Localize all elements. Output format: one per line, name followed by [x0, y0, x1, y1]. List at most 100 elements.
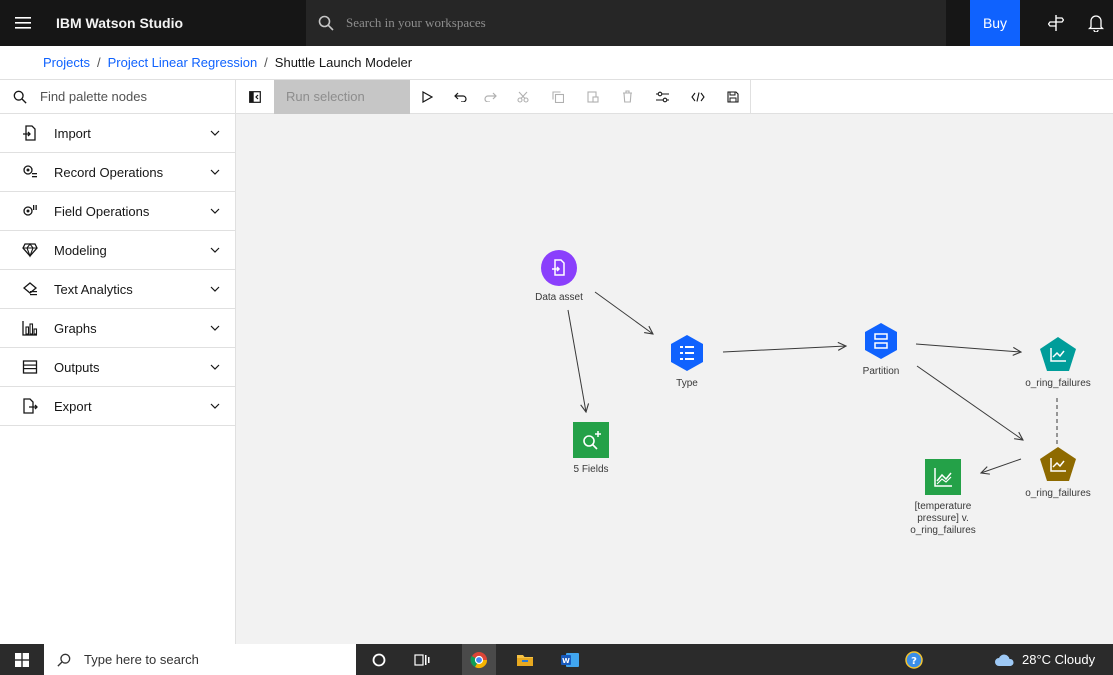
code-icon[interactable]	[680, 80, 715, 114]
weather-widget[interactable]: 28°C Cloudy	[994, 644, 1095, 675]
edge-partition-to-o-ring-1	[915, 343, 1021, 352]
word-icon[interactable]: W	[553, 644, 587, 675]
chevron-down-icon	[201, 364, 229, 370]
palette-category-label: Record Operations	[54, 164, 164, 180]
palette-category-label: Text Analytics	[54, 281, 133, 297]
node-label: o_ring_failures	[1025, 488, 1091, 499]
breadcrumb: Projects / Project Linear Regression / S…	[0, 46, 1113, 80]
palette-search[interactable]	[0, 80, 235, 114]
palette-category-field-operations[interactable]: Field Operations	[0, 192, 235, 231]
export-icon	[0, 398, 54, 414]
signpost-icon[interactable]	[1036, 0, 1076, 46]
graphs-icon	[0, 320, 54, 336]
palette-category-export[interactable]: Export	[0, 387, 235, 426]
redo-icon[interactable]	[475, 80, 505, 114]
text-analytics-icon	[0, 281, 54, 297]
chevron-down-icon	[201, 169, 229, 175]
palette-search-input[interactable]	[40, 89, 220, 104]
chevron-down-icon	[201, 247, 229, 253]
outputs-icon	[0, 359, 54, 375]
edge-data-asset-to-fields	[567, 309, 586, 412]
undo-icon[interactable]	[445, 80, 475, 114]
record-operations-icon	[0, 164, 54, 180]
run-selection-button[interactable]: Run selection	[274, 79, 410, 114]
paste-icon[interactable]	[575, 80, 610, 114]
node-data-audit[interactable]: 5 Fields	[563, 422, 619, 476]
node-o-ring-failures-model[interactable]: o_ring_failures	[1013, 336, 1103, 390]
chevron-down-icon	[201, 208, 229, 214]
data-audit-icon	[573, 422, 609, 458]
global-search[interactable]	[306, 0, 946, 46]
node-partition[interactable]: Partition	[851, 322, 911, 378]
palette-category-modeling[interactable]: Modeling	[0, 231, 235, 270]
type-icon	[671, 335, 703, 371]
global-search-input[interactable]	[346, 15, 906, 31]
node-plot[interactable]: [temperature pressure] v. o_ring_failure…	[901, 459, 985, 537]
import-icon	[0, 125, 54, 141]
cortana-icon[interactable]	[366, 644, 392, 675]
palette-category-graphs[interactable]: Graphs	[0, 309, 235, 348]
palette-category-label: Modeling	[54, 242, 107, 258]
save-icon[interactable]	[715, 80, 750, 114]
copy-icon[interactable]	[540, 80, 575, 114]
toolbar-divider	[750, 79, 751, 114]
search-icon	[306, 15, 346, 31]
windows-start-icon[interactable]	[0, 644, 44, 675]
plot-icon	[925, 459, 961, 495]
node-data-asset[interactable]: Data asset	[525, 250, 593, 304]
model-nugget-icon	[1040, 447, 1076, 481]
palette-category-outputs[interactable]: Outputs	[0, 348, 235, 387]
data-asset-icon	[541, 250, 577, 286]
cloud-icon	[995, 654, 1014, 666]
node-label: [temperature pressure] v. o_ring_failure…	[910, 501, 976, 536]
search-icon	[0, 90, 40, 104]
breadcrumb-separator: /	[264, 55, 268, 70]
chevron-down-icon	[201, 130, 229, 136]
taskbar-search[interactable]	[44, 644, 356, 675]
edge-type-to-partition	[722, 346, 846, 353]
taskbar-search-input[interactable]	[84, 652, 334, 667]
task-view-icon[interactable]	[408, 644, 436, 675]
top-header: IBM Watson Studio Buy	[0, 0, 1113, 46]
palette-category-import[interactable]: Import	[0, 114, 235, 153]
weather-text: 28°C Cloudy	[1022, 652, 1096, 667]
palette-category-label: Outputs	[54, 359, 100, 375]
edge-partition-to-o-ring-2	[916, 365, 1023, 440]
palette-category-label: Import	[54, 125, 91, 141]
node-label: Type	[676, 378, 698, 389]
node-type[interactable]: Type	[655, 334, 719, 390]
field-operations-icon	[0, 203, 54, 219]
node-label: 5 Fields	[573, 464, 609, 475]
buy-button[interactable]: Buy	[970, 0, 1020, 46]
flow-canvas[interactable]: Data asset Type Partition o_ring_failure…	[237, 114, 1113, 644]
palette-category-label: Export	[54, 398, 92, 414]
breadcrumb-current-flow: Shuttle Launch Modeler	[274, 55, 413, 70]
svg-text:?: ?	[911, 656, 917, 667]
windows-taskbar: W ? 28°C Cloudy	[0, 644, 1113, 675]
breadcrumb-projects-link[interactable]: Projects	[43, 55, 90, 70]
notification-bell-icon[interactable]	[1076, 0, 1113, 46]
delete-icon[interactable]	[610, 80, 645, 114]
chevron-down-icon	[201, 325, 229, 331]
chevron-down-icon	[201, 403, 229, 409]
breadcrumb-project-link[interactable]: Project Linear Regression	[108, 55, 258, 70]
help-icon[interactable]: ?	[900, 644, 928, 675]
hamburger-menu-icon[interactable]	[0, 0, 46, 46]
file-explorer-icon[interactable]	[508, 644, 542, 675]
chevron-down-icon	[201, 286, 229, 292]
edge-data-asset-to-type	[594, 291, 653, 334]
product-name[interactable]: IBM Watson Studio	[56, 15, 306, 31]
chrome-icon[interactable]	[462, 644, 496, 675]
palette-category-label: Field Operations	[54, 203, 150, 219]
node-o-ring-failures-nugget[interactable]: o_ring_failures	[1013, 446, 1103, 500]
palette-category-label: Graphs	[54, 320, 97, 336]
palette-category-text-analytics[interactable]: Text Analytics	[0, 270, 235, 309]
toggle-palette-icon[interactable]	[236, 80, 274, 114]
palette-category-record-operations[interactable]: Record Operations	[0, 153, 235, 192]
flow-settings-icon[interactable]	[645, 80, 680, 114]
run-flow-icon[interactable]	[410, 80, 445, 114]
svg-text:W: W	[562, 657, 570, 665]
cut-icon[interactable]	[505, 80, 540, 114]
node-label: Partition	[862, 366, 900, 377]
model-nugget-icon	[1040, 337, 1076, 371]
